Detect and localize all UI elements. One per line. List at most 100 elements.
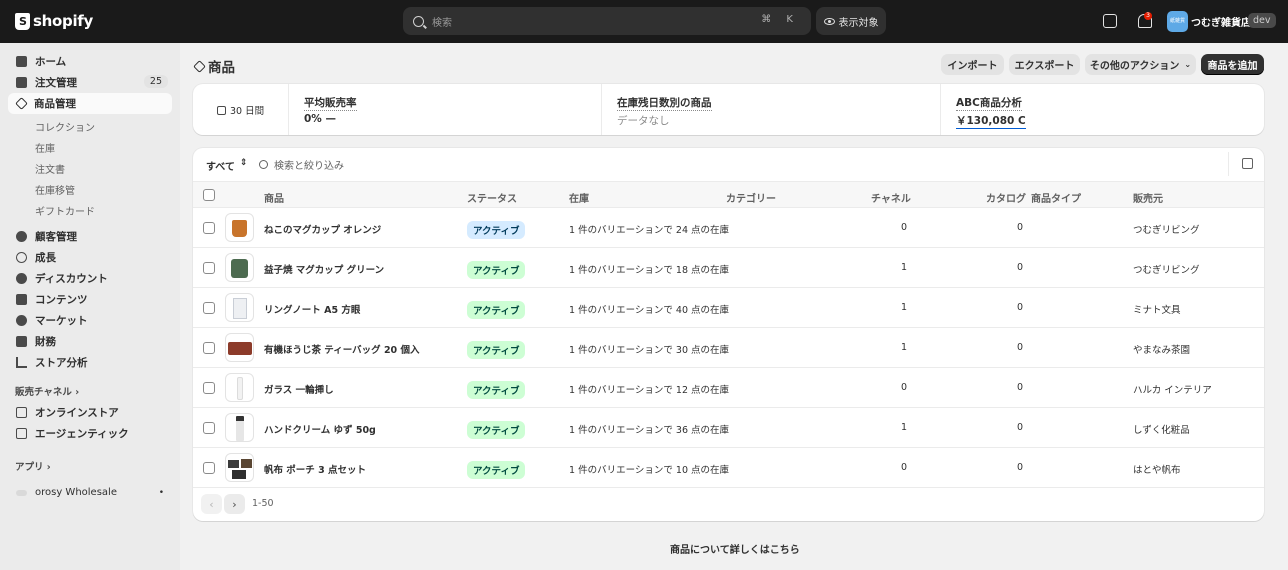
sidebar-item-label: 商品管理: [34, 98, 76, 110]
column-header-type[interactable]: 商品タイプ: [1031, 190, 1081, 205]
search-icon: [259, 160, 268, 169]
catalogs-count: 0: [1016, 382, 1023, 393]
sidebar-item-online-store[interactable]: オンラインストア: [8, 402, 172, 423]
days-remaining-value: データなし: [617, 115, 670, 127]
product-thumbnail: [225, 293, 254, 322]
row-checkbox[interactable]: [203, 462, 215, 474]
row-checkbox[interactable]: [203, 422, 215, 434]
date-range-picker[interactable]: 30 日間: [217, 103, 264, 117]
global-search[interactable]: 検索 ⌘ K: [403, 7, 811, 35]
inventory-text: 1 件のバリエーションで 36 点の在庫: [569, 425, 730, 436]
row-checkbox[interactable]: [203, 222, 215, 234]
product-name[interactable]: ガラス 一輪挿し: [264, 382, 334, 396]
column-header-catalogs[interactable]: カタログ: [986, 190, 1026, 205]
apps-heading[interactable]: アプリ ›: [15, 459, 51, 473]
sidebar-subitem-collections[interactable]: コレクション: [35, 119, 95, 134]
table-row[interactable]: ねこのマグカップ オレンジ アクティブ 1 件のバリエーションで 24 点の在庫…: [193, 208, 1264, 248]
sidebar-subitem-inventory[interactable]: 在庫: [35, 140, 55, 155]
select-all-checkbox[interactable]: [203, 189, 215, 201]
column-header-inventory[interactable]: 在庫: [569, 190, 589, 205]
sidebar-subitem-transfers[interactable]: 在庫移管: [35, 182, 75, 197]
days-remaining-title[interactable]: 在庫残日数別の商品: [617, 95, 712, 111]
catalogs-count: 0: [1016, 462, 1023, 473]
sidebar-subitem-purchase-orders[interactable]: 注文書: [35, 161, 65, 176]
catalogs-count: 0: [1016, 222, 1023, 233]
product-name[interactable]: 有機ほうじ茶 ティーバッグ 20 個入: [264, 342, 419, 356]
import-button[interactable]: インポート: [941, 54, 1004, 75]
orders-count-badge: 25: [143, 75, 168, 88]
more-actions-label: その他のアクション: [1089, 61, 1180, 72]
product-name[interactable]: 帆布 ポーチ 3 点セット: [264, 462, 366, 476]
next-page-button[interactable]: ›: [224, 494, 245, 514]
abc-analysis-title[interactable]: ABC商品分析: [956, 95, 1022, 111]
pouch-image-a: [228, 460, 239, 468]
status-badge: アクティブ: [467, 421, 526, 439]
store-icon[interactable]: [1103, 14, 1117, 28]
sidebar-item-markets[interactable]: マーケット: [8, 310, 172, 331]
sidebar-item-label: 注文管理: [35, 77, 77, 89]
products-table-card: すべて ⇕ 検索と絞り込み 商品 ステータス 在庫 カテゴリー チャネル カタログ…: [193, 148, 1264, 521]
sidebar-item-orosy[interactable]: orosy Wholesale •: [8, 482, 172, 503]
globe-icon: [16, 315, 27, 326]
product-name[interactable]: リングノート A5 方眼: [264, 302, 360, 316]
row-checkbox[interactable]: [203, 302, 215, 314]
filter-tab-all[interactable]: すべて ⇕: [206, 158, 247, 173]
column-header-product[interactable]: 商品: [264, 190, 284, 205]
table-row[interactable]: ガラス 一輪挿し アクティブ 1 件のバリエーションで 12 点の在庫 0 0 …: [193, 368, 1264, 408]
dev-badge: dev: [1248, 13, 1276, 28]
sidebar-item-orders[interactable]: 注文管理 25: [8, 72, 172, 93]
row-checkbox[interactable]: [203, 262, 215, 274]
sidebar-item-discounts[interactable]: ディスカウント: [8, 268, 172, 289]
sidebar-item-finance[interactable]: 財務: [8, 331, 172, 352]
table-row[interactable]: 有機ほうじ茶 ティーバッグ 20 個入 アクティブ 1 件のバリエーションで 3…: [193, 328, 1264, 368]
product-thumbnail: [225, 413, 254, 442]
column-header-channels[interactable]: チャネル: [871, 190, 911, 205]
sidebar-subitem-gift-cards[interactable]: ギフトカード: [35, 203, 95, 218]
table-row[interactable]: 益子焼 マグカップ グリーン アクティブ 1 件のバリエーションで 18 点の在…: [193, 248, 1264, 288]
learn-more-link[interactable]: 商品について詳しくはこちら: [670, 541, 800, 556]
row-checkbox[interactable]: [203, 342, 215, 354]
sidebar-item-agentic[interactable]: エージェンティック: [8, 423, 172, 444]
agentic-icon: [16, 428, 27, 439]
add-product-button[interactable]: 商品を追加: [1201, 54, 1264, 75]
sidebar: ホーム 注文管理 25 商品管理 コレクション 在庫 注文書 在庫移管 ギフトカー…: [0, 43, 180, 570]
avatar[interactable]: 紙雑貨: [1167, 11, 1188, 32]
row-checkbox[interactable]: [203, 382, 215, 394]
more-actions-button[interactable]: その他のアクション ⌄: [1085, 54, 1196, 75]
avg-sell-rate-title[interactable]: 平均販売率: [304, 95, 357, 111]
view-as-button[interactable]: 表示対象: [816, 7, 886, 35]
table-search-filter[interactable]: 検索と絞り込み: [259, 157, 344, 172]
column-header-category[interactable]: カテゴリー: [726, 190, 776, 205]
sort-updown-icon: ⇕: [239, 158, 248, 168]
eye-icon: [823, 17, 835, 25]
shopify-logo[interactable]: shopify: [15, 12, 93, 30]
store-name[interactable]: つむぎ雑貨店: [1191, 14, 1251, 29]
export-button[interactable]: エクスポート: [1009, 54, 1080, 75]
sidebar-item-content[interactable]: コンテンツ: [8, 289, 172, 310]
columns-icon[interactable]: [1242, 158, 1253, 169]
sidebar-item-analytics[interactable]: ストア分析: [8, 352, 172, 373]
sidebar-item-customers[interactable]: 顧客管理: [8, 226, 172, 247]
sidebar-item-products[interactable]: 商品管理: [8, 93, 172, 114]
column-header-status[interactable]: ステータス: [467, 190, 517, 205]
product-name[interactable]: ハンドクリーム ゆず 50g: [264, 422, 376, 436]
inventory-text: 1 件のバリエーションで 30 点の在庫: [569, 345, 730, 356]
inventory-text: 1 件のバリエーションで 12 点の在庫: [569, 385, 730, 396]
status-badge: アクティブ: [467, 301, 526, 319]
pouch-image-c: [232, 470, 246, 479]
table-row[interactable]: ハンドクリーム ゆず 50g アクティブ 1 件のバリエーションで 36 点の在…: [193, 408, 1264, 448]
sidebar-item-home[interactable]: ホーム: [8, 51, 172, 72]
previous-page-button[interactable]: ‹: [201, 494, 222, 514]
status-badge: アクティブ: [467, 461, 526, 479]
product-name[interactable]: 益子焼 マグカップ グリーン: [264, 262, 384, 276]
sales-channels-heading[interactable]: 販売チャネル ›: [15, 384, 79, 398]
sidebar-item-growth[interactable]: 成長: [8, 247, 172, 268]
bank-icon: [16, 336, 27, 347]
table-row[interactable]: リングノート A5 方眼 アクティブ 1 件のバリエーションで 40 点の在庫 …: [193, 288, 1264, 328]
abc-analysis-value[interactable]: ￥130,080 C: [956, 113, 1026, 129]
channels-count: 0: [900, 462, 907, 473]
table-row[interactable]: 帆布 ポーチ 3 点セット アクティブ 1 件のバリエーションで 10 点の在庫…: [193, 448, 1264, 488]
product-name[interactable]: ねこのマグカップ オレンジ: [264, 222, 381, 236]
inventory-text: 1 件のバリエーションで 24 点の在庫: [569, 225, 730, 236]
column-header-vendor[interactable]: 販売元: [1133, 190, 1163, 205]
